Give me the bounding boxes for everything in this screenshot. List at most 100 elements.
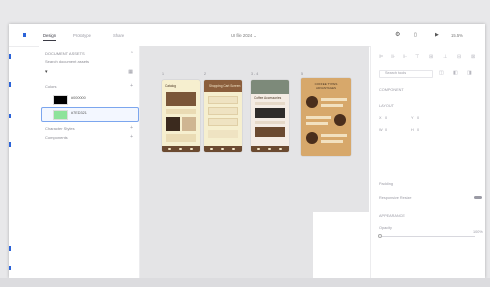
nav-dot bbox=[168, 148, 171, 150]
text-block bbox=[321, 104, 343, 107]
shape-tool-icon[interactable] bbox=[9, 114, 11, 118]
document-title[interactable]: UI file 2024 ⌄ bbox=[231, 33, 257, 38]
align-middle-icon[interactable]: ⊞ bbox=[429, 54, 433, 60]
nav-dot bbox=[257, 148, 260, 150]
artboard-coffee-types[interactable]: COFFEE TYPES ADVANTAGES bbox=[301, 78, 351, 156]
text-tool-icon[interactable] bbox=[9, 142, 11, 147]
help-icon[interactable]: ⚙ bbox=[395, 32, 400, 38]
artboard-nav-bar bbox=[251, 146, 289, 152]
color-label: #7ED321 bbox=[71, 111, 87, 115]
product-card bbox=[166, 117, 180, 131]
play-icon[interactable]: ▶ bbox=[435, 32, 439, 38]
grid-view-icon[interactable]: ▦ bbox=[128, 69, 133, 75]
nav-dot bbox=[210, 148, 213, 150]
desk-background bbox=[0, 278, 490, 287]
panel-options-icon[interactable]: ◔ bbox=[130, 50, 133, 56]
tab-prototype[interactable]: Prototype bbox=[73, 33, 91, 38]
boolean-intersect-icon[interactable]: ◨ bbox=[467, 70, 472, 76]
section-colors[interactable]: Colors bbox=[45, 84, 57, 89]
opacity-slider-track[interactable] bbox=[379, 236, 475, 237]
artboard-title: Shopping Cart Screen bbox=[209, 84, 241, 88]
color-swatch bbox=[53, 110, 68, 120]
coffee-icon bbox=[306, 96, 318, 108]
nav-dot bbox=[232, 148, 235, 150]
align-right-icon[interactable]: ⊩ bbox=[403, 54, 407, 60]
distribute-icon[interactable]: ⊟ bbox=[457, 54, 461, 60]
align-bottom-icon[interactable]: ⊥ bbox=[443, 54, 447, 60]
text-block bbox=[321, 134, 347, 137]
product-card bbox=[182, 117, 196, 131]
distribute-vertical-icon[interactable]: ⊠ bbox=[471, 54, 475, 60]
artboard-accessories[interactable]: Coffee Accessories bbox=[251, 80, 289, 152]
color-row-black[interactable]: #000000 bbox=[41, 92, 139, 107]
x-value[interactable]: 0 bbox=[385, 116, 387, 120]
assets-header: DOCUMENT ASSETS bbox=[45, 51, 85, 56]
tab-design[interactable]: Design bbox=[43, 33, 57, 41]
responsive-resize-toggle[interactable] bbox=[474, 196, 482, 199]
zoom-tool-icon[interactable] bbox=[9, 266, 11, 270]
y-value[interactable]: 0 bbox=[417, 116, 419, 120]
artboard-label[interactable]: 2 bbox=[204, 72, 206, 76]
opacity-slider-handle[interactable] bbox=[378, 234, 382, 238]
align-center-icon[interactable]: ⊪ bbox=[391, 54, 395, 60]
add-component-icon[interactable]: + bbox=[130, 134, 133, 140]
artboard-nav-bar bbox=[204, 146, 242, 152]
zoom-level[interactable]: 15.5% bbox=[451, 33, 463, 38]
layout-section-label: LAYOUT bbox=[379, 104, 394, 108]
y-label: Y bbox=[411, 116, 414, 120]
text-block bbox=[321, 140, 343, 143]
coffee-icon bbox=[306, 132, 318, 144]
text-block bbox=[255, 102, 285, 105]
section-character-styles[interactable]: Character Styles bbox=[45, 126, 75, 131]
h-value[interactable]: 0 bbox=[417, 128, 419, 132]
artboard-label[interactable]: 5 bbox=[301, 72, 303, 76]
artboard-label[interactable]: 1 bbox=[162, 72, 164, 76]
padding-label: Padding bbox=[379, 182, 393, 186]
text-block bbox=[306, 122, 328, 125]
text-block bbox=[166, 134, 196, 142]
nav-dot bbox=[190, 148, 193, 150]
artboard-nav-bar bbox=[162, 146, 200, 152]
align-top-icon[interactable]: ⊤ bbox=[415, 54, 419, 60]
artboard-tool-icon[interactable] bbox=[9, 82, 11, 87]
tab-share[interactable]: Share bbox=[113, 33, 124, 38]
cart-item bbox=[208, 107, 238, 115]
device-preview-icon[interactable]: ▯ bbox=[414, 32, 417, 38]
color-row-green[interactable]: #7ED321 bbox=[41, 107, 139, 122]
select-tool-icon[interactable] bbox=[9, 54, 11, 59]
boolean-subtract-icon[interactable]: ◧ bbox=[453, 70, 458, 76]
opacity-label: Opacity bbox=[379, 226, 392, 230]
boolean-add-icon[interactable]: ◫ bbox=[439, 70, 444, 76]
artboard-cart[interactable]: Shopping Cart Screen bbox=[204, 80, 242, 152]
artboard-label[interactable]: 3 - 4 bbox=[251, 72, 258, 76]
nav-dot bbox=[268, 148, 271, 150]
pen-tool-icon[interactable] bbox=[9, 246, 11, 251]
w-label: W bbox=[379, 128, 383, 132]
artboard-title: COFFEE TYPES ADVANTAGES bbox=[314, 82, 338, 90]
align-left-icon[interactable]: ⊫ bbox=[379, 54, 383, 60]
total-block bbox=[208, 130, 238, 138]
add-color-icon[interactable]: + bbox=[130, 83, 133, 89]
filter-icon[interactable]: ▾ bbox=[45, 69, 48, 75]
coffee-icon bbox=[334, 114, 346, 126]
add-character-style-icon[interactable]: + bbox=[130, 125, 133, 131]
opacity-value[interactable]: 100% bbox=[473, 230, 483, 234]
nav-dot bbox=[279, 148, 282, 150]
h-label: H bbox=[411, 128, 414, 132]
app-window: Design Prototype Share UI file 2024 ⌄ ⚙ … bbox=[9, 24, 485, 278]
assets-search-input[interactable]: Search document assets bbox=[45, 59, 89, 64]
left-tool-strip bbox=[9, 24, 12, 278]
nav-dot bbox=[221, 148, 224, 150]
section-components[interactable]: Components bbox=[45, 135, 68, 140]
hero-image bbox=[166, 92, 196, 106]
text-block bbox=[255, 121, 285, 124]
design-canvas[interactable]: 1 2 3 - 4 5 Catalog Shopping Cart Screen bbox=[140, 46, 373, 278]
text-block bbox=[306, 116, 331, 119]
color-label: #000000 bbox=[71, 96, 86, 100]
tool-search-placeholder: Search tools bbox=[385, 71, 407, 75]
home-icon[interactable] bbox=[23, 33, 26, 37]
responsive-resize-label: Responsive Resize bbox=[379, 196, 412, 200]
artboard-catalog[interactable]: Catalog bbox=[162, 80, 200, 152]
w-value[interactable]: 0 bbox=[385, 128, 387, 132]
properties-panel: ⊫ ⊪ ⊩ ⊤ ⊞ ⊥ ⊟ ⊠ Search tools ◫ ◧ ◨ COMPO… bbox=[370, 46, 485, 278]
